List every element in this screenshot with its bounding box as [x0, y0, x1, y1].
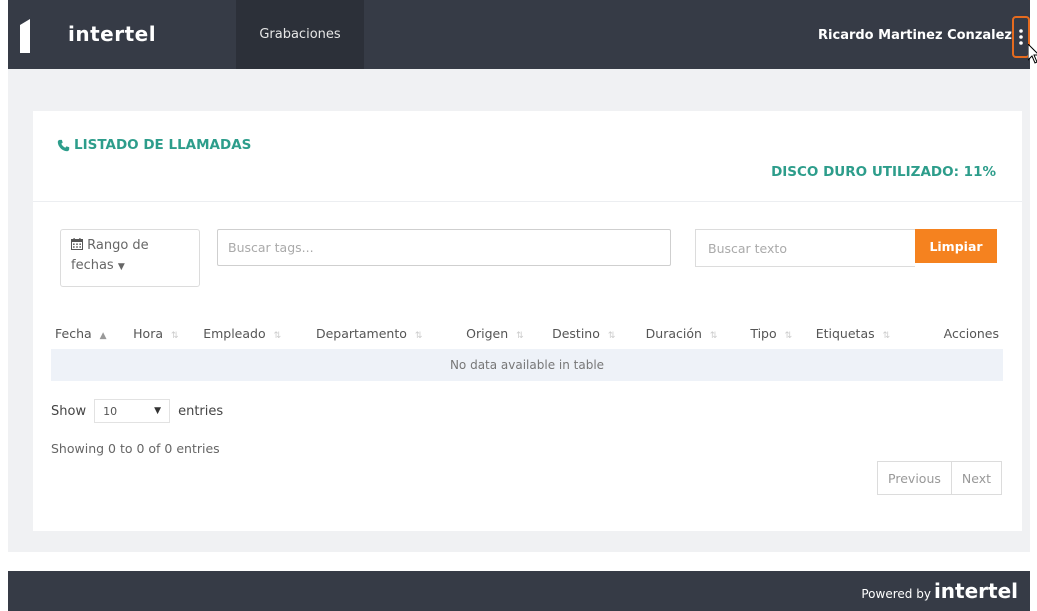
- column-header-destino[interactable]: Destino ⇅: [548, 317, 642, 349]
- phone-icon: [57, 139, 70, 151]
- column-label: Origen: [466, 325, 509, 341]
- column-label: Hora: [133, 325, 163, 341]
- panel-title-text: LISTADO DE LLAMADAS: [74, 137, 252, 153]
- column-header-duracion[interactable]: Duración ⇅: [642, 317, 747, 349]
- powered-by-label: Powered by: [861, 587, 931, 601]
- pagination: Previous Next: [877, 461, 1002, 495]
- calls-panel: LISTADO DE LLAMADAS DISCO DURO UTILIZADO…: [33, 111, 1022, 531]
- date-range-label-line2: fechas: [71, 258, 114, 273]
- column-label: Empleado: [203, 325, 266, 341]
- previous-page-button[interactable]: Previous: [877, 461, 952, 495]
- intertel-logo-mark-icon: [20, 19, 30, 53]
- page-length-select[interactable]: 10 ▼: [94, 399, 171, 423]
- column-header-hora[interactable]: Hora ⇅: [129, 317, 199, 349]
- user-name[interactable]: Ricardo Martinez Conzalez: [818, 28, 1012, 43]
- sort-icon: ⇅: [171, 330, 179, 341]
- column-header-tipo[interactable]: Tipo ⇅: [746, 317, 811, 349]
- caret-down-icon: ▼: [117, 262, 125, 272]
- calendar-icon: [71, 238, 83, 250]
- column-label: Tipo: [750, 325, 777, 341]
- column-header-empleado[interactable]: Empleado ⇅: [199, 317, 312, 349]
- footer-brand-logo[interactable]: intertel: [934, 579, 1018, 603]
- sort-icon: ⇅: [516, 330, 524, 341]
- tab-grabaciones[interactable]: Grabaciones: [236, 0, 364, 69]
- sort-icon: ⇅: [273, 330, 282, 341]
- table-info-text: Showing 0 to 0 of 0 entries: [51, 441, 220, 456]
- table-row: No data available in table: [51, 349, 1003, 381]
- column-header-origen[interactable]: Origen ⇅: [462, 317, 548, 349]
- top-navbar: intertel Grabaciones Ricardo Martinez Co…: [8, 0, 1037, 69]
- panel-divider: [33, 201, 1022, 202]
- disk-usage-label: DISCO DURO UTILIZADO: 11%: [771, 164, 996, 180]
- date-range-label-line1: Rango de: [87, 238, 149, 253]
- panel-title: LISTADO DE LLAMADAS: [57, 137, 251, 153]
- show-label: Show: [51, 403, 87, 419]
- text-search-input[interactable]: [695, 229, 915, 267]
- table-header-row: Fecha ▲ Hora ⇅ Empleado ⇅ Departamento ⇅ Ori…: [51, 317, 1003, 349]
- sort-icon: ⇅: [882, 330, 891, 341]
- intertel-logo[interactable]: intertel: [68, 22, 156, 46]
- footer: Powered by intertel: [8, 571, 1030, 611]
- powered-by: Powered by intertel: [861, 579, 1018, 603]
- column-label: Etiquetas: [815, 325, 875, 341]
- kebab-menu-icon: [1019, 29, 1023, 45]
- column-label: Destino: [552, 325, 600, 341]
- select-arrow-icon: ▼: [154, 406, 162, 416]
- sort-icon: ⇅: [607, 330, 616, 341]
- date-range-button[interactable]: Rango de fechas ▼: [60, 229, 200, 287]
- calls-table: Fecha ▲ Hora ⇅ Empleado ⇅ Departamento ⇅ Ori…: [51, 317, 1003, 381]
- sort-icon: ⇅: [709, 330, 718, 341]
- tags-search-input[interactable]: [217, 229, 671, 266]
- next-page-button[interactable]: Next: [951, 461, 1002, 495]
- clear-button[interactable]: Limpiar: [915, 229, 997, 263]
- column-label: Fecha: [55, 325, 92, 341]
- column-header-departamento[interactable]: Departamento ⇅: [312, 317, 462, 349]
- mouse-cursor-icon: [1028, 44, 1037, 64]
- sort-icon: ⇅: [414, 330, 423, 341]
- column-label: Departamento: [315, 325, 407, 341]
- column-header-acciones: Acciones: [920, 317, 1003, 349]
- page-length-control: Show 10 ▼ entries: [51, 399, 223, 423]
- page-length-value: 10: [103, 404, 118, 418]
- column-header-etiquetas[interactable]: Etiquetas ⇅: [812, 317, 920, 349]
- column-label: Acciones: [943, 325, 999, 341]
- column-header-fecha[interactable]: Fecha ▲: [51, 317, 129, 349]
- sort-icon: ⇅: [784, 330, 793, 341]
- column-label: Duración: [645, 325, 702, 341]
- empty-table-message: No data available in table: [51, 349, 1003, 381]
- sort-asc-icon: ▲: [99, 330, 107, 341]
- entries-label: entries: [178, 403, 224, 419]
